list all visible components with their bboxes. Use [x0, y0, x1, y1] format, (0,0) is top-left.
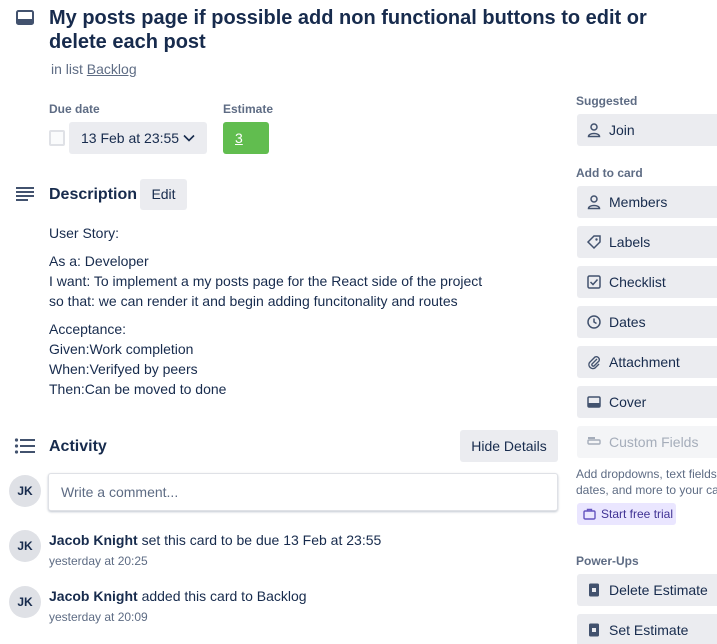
person-icon — [587, 195, 601, 210]
in-list-prefix: in list — [51, 61, 83, 77]
description-line: Acceptance: — [49, 321, 127, 337]
estimate-icon — [589, 623, 599, 637]
briefcase-icon — [583, 508, 596, 520]
attachment-label: Attachment — [609, 354, 680, 370]
delete-estimate-label: Delete Estimate — [609, 582, 708, 598]
description-line: As a: Developer — [49, 253, 149, 269]
set-estimate-label: Set Estimate — [609, 622, 689, 638]
activity-user[interactable]: Jacob Knight — [49, 588, 138, 604]
delete-estimate-button[interactable]: Delete Estimate — [577, 574, 717, 606]
description-icon — [16, 187, 34, 201]
description-line: Then:Can be moved to done — [49, 381, 227, 397]
custom-fields-note-line: dates, and more to your ca — [576, 483, 717, 497]
activity-action: set this card to be due 13 Feb at 23:55 — [141, 532, 382, 548]
activity-user[interactable]: Jacob Knight — [49, 532, 138, 548]
checklist-label: Checklist — [609, 274, 666, 290]
labels-label: Labels — [609, 234, 651, 250]
members-label: Members — [609, 194, 668, 210]
cover-label: Cover — [609, 394, 647, 410]
power-ups-heading: Power-Ups — [576, 554, 639, 568]
description-line: Given:Work completion — [49, 341, 194, 357]
join-button[interactable]: Join — [577, 114, 717, 146]
description-line: I want: To implement a my posts page for… — [49, 273, 483, 289]
comment-input[interactable]: Write a comment... — [48, 473, 558, 511]
start-free-trial-label: Start free trial — [601, 507, 674, 521]
description-line: When:Verifyed by peers — [49, 361, 198, 377]
due-date-button[interactable]: 13 Feb at 23:55 — [69, 122, 207, 154]
estimate-label: Estimate — [223, 102, 274, 116]
cover-icon — [587, 396, 601, 408]
description-title: Description — [49, 186, 138, 203]
activity-icon — [14, 438, 35, 454]
tag-icon — [586, 235, 601, 250]
clock-icon — [587, 315, 601, 329]
description-paragraph: User Story: — [49, 223, 549, 243]
due-date-value: 13 Feb at 23:55 — [81, 130, 180, 146]
custom-fields-button[interactable]: Custom Fields — [577, 426, 717, 458]
description-paragraph: As a: Developer I want: To implement a m… — [49, 251, 549, 311]
estimate-icon — [589, 583, 599, 597]
custom-fields-note: Add dropdowns, text fields, dates, and m… — [576, 466, 717, 498]
set-estimate-button[interactable]: Set Estimate — [577, 614, 717, 644]
join-label: Join — [609, 122, 635, 138]
custom-fields-icon — [587, 437, 601, 445]
chevron-down-icon — [183, 134, 195, 142]
card-icon — [16, 10, 34, 25]
add-to-card-heading: Add to card — [576, 166, 643, 180]
description-edit-button[interactable]: Edit — [140, 179, 187, 210]
checkbox-icon — [587, 275, 601, 289]
suggested-heading: Suggested — [576, 94, 638, 108]
dates-label: Dates — [609, 314, 646, 330]
labels-button[interactable]: Labels — [577, 226, 717, 258]
avatar[interactable]: JK — [9, 475, 41, 507]
list-reference: in list Backlog — [51, 61, 137, 77]
activity-timestamp[interactable]: yesterday at 20:09 — [49, 610, 148, 624]
dates-button[interactable]: Dates — [577, 306, 717, 338]
custom-fields-note-line: Add dropdowns, text fields, — [576, 467, 717, 481]
avatar[interactable]: JK — [9, 530, 41, 562]
attachment-button[interactable]: Attachment — [577, 346, 717, 378]
due-complete-checkbox[interactable] — [49, 130, 65, 146]
activity-entry: Jacob Knight added this card to Backlog — [49, 588, 307, 604]
activity-timestamp[interactable]: yesterday at 20:25 — [49, 554, 148, 568]
description-line: so that: we can render it and begin addi… — [49, 293, 458, 309]
card-title[interactable]: My posts page if possible add non functi… — [49, 6, 709, 54]
description-paragraph: Acceptance: Given:Work completion When:V… — [49, 319, 549, 399]
start-free-trial-button[interactable]: Start free trial — [577, 503, 676, 525]
due-date-label: Due date — [49, 102, 100, 116]
list-link[interactable]: Backlog — [87, 61, 137, 77]
avatar[interactable]: JK — [9, 586, 41, 618]
paperclip-icon — [588, 356, 600, 370]
description-body[interactable]: User Story: As a: Developer I want: To i… — [49, 223, 549, 407]
activity-title: Activity — [49, 438, 107, 455]
members-button[interactable]: Members — [577, 186, 717, 218]
activity-entry: Jacob Knight set this card to be due 13 … — [49, 532, 381, 548]
hide-details-button[interactable]: Hide Details — [460, 430, 558, 462]
cover-button[interactable]: Cover — [577, 386, 717, 418]
checklist-button[interactable]: Checklist — [577, 266, 717, 298]
activity-action: added this card to Backlog — [141, 588, 307, 604]
custom-fields-label: Custom Fields — [609, 434, 699, 450]
person-icon — [587, 123, 601, 138]
estimate-badge[interactable]: 3 — [223, 122, 269, 154]
description-line: User Story: — [49, 225, 120, 241]
